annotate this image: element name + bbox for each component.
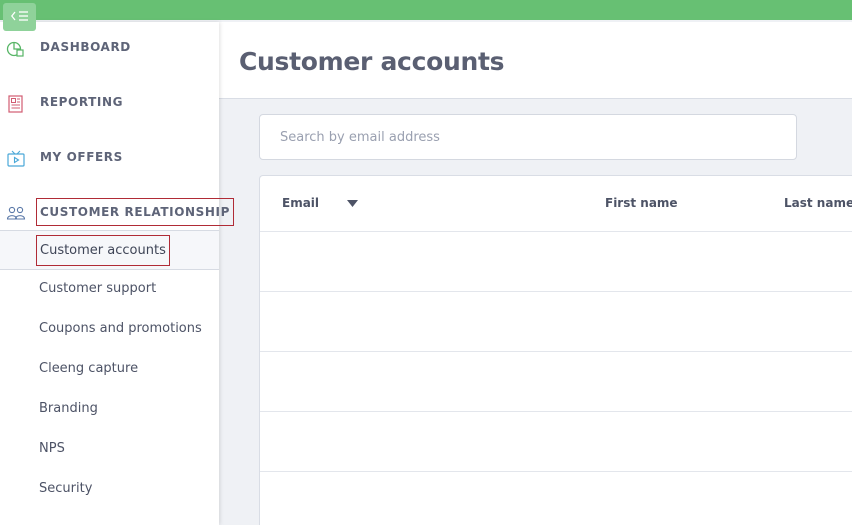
sidebar-item-label: Customer support [39, 281, 157, 296]
table-row-divider [260, 291, 852, 292]
sidebar-item-customer-accounts[interactable]: Customer accounts [0, 230, 219, 270]
nav-customer-relationship[interactable]: CUSTOMER RELATIONSHIP [0, 198, 235, 228]
collapse-menu-icon [11, 11, 28, 21]
nav-my-offers-label: MY OFFERS [40, 150, 123, 164]
column-header-last-name-label: Last name [784, 196, 852, 210]
column-header-email[interactable]: Email [282, 196, 358, 210]
sidebar-item-label: Branding [39, 401, 98, 416]
sidebar-item-security[interactable]: Security [0, 470, 219, 510]
nav-reporting[interactable]: REPORTING [0, 88, 219, 118]
table-row-divider [260, 231, 852, 232]
collapse-sidebar-button[interactable] [3, 3, 36, 31]
nav-reporting-label: REPORTING [40, 95, 124, 109]
sidebar-item-label: Coupons and promotions [39, 321, 202, 336]
sidebar-item-label: Customer accounts [36, 235, 170, 266]
sidebar-item-branding[interactable]: Branding [0, 390, 219, 430]
sort-down-icon[interactable] [347, 200, 358, 207]
table-row-divider [260, 471, 852, 472]
sidebar-item-coupons-and-promotions[interactable]: Coupons and promotions [0, 310, 219, 350]
column-header-first-name-label: First name [605, 196, 678, 210]
users-icon [6, 206, 26, 220]
search-input[interactable] [259, 114, 797, 160]
sidebar-item-nps[interactable]: NPS [0, 430, 219, 470]
table-row-divider [260, 411, 852, 412]
page-header: Customer accounts [219, 22, 852, 99]
customer-accounts-table: Email First name Last name [259, 175, 852, 525]
sidebar-item-cleeng-capture[interactable]: Cleeng capture [0, 350, 219, 390]
page-title: Customer accounts [239, 47, 505, 76]
sidebar-item-customer-support[interactable]: Customer support [0, 270, 219, 310]
sidebar-item-label: Security [39, 481, 93, 496]
dashboard-icon [6, 41, 24, 57]
nav-customer-relationship-label: CUSTOMER RELATIONSHIP [36, 198, 235, 226]
sidebar: DASHBOARD REPORTING MY OFFERS CUSTOMER R… [0, 22, 235, 525]
nav-dashboard-label: DASHBOARD [40, 40, 131, 54]
column-header-email-label: Email [282, 196, 320, 210]
column-header-last-name[interactable]: Last name [784, 196, 852, 210]
sidebar-item-label: Cleeng capture [39, 361, 139, 376]
sidebar-item-label: NPS [39, 441, 65, 456]
table-row-divider [260, 351, 852, 352]
report-icon [8, 95, 23, 113]
top-bar [0, 0, 852, 20]
column-header-first-name[interactable]: First name [605, 196, 678, 210]
nav-dashboard[interactable]: DASHBOARD [0, 33, 219, 63]
nav-my-offers[interactable]: MY OFFERS [0, 143, 219, 173]
offers-icon [7, 150, 25, 167]
